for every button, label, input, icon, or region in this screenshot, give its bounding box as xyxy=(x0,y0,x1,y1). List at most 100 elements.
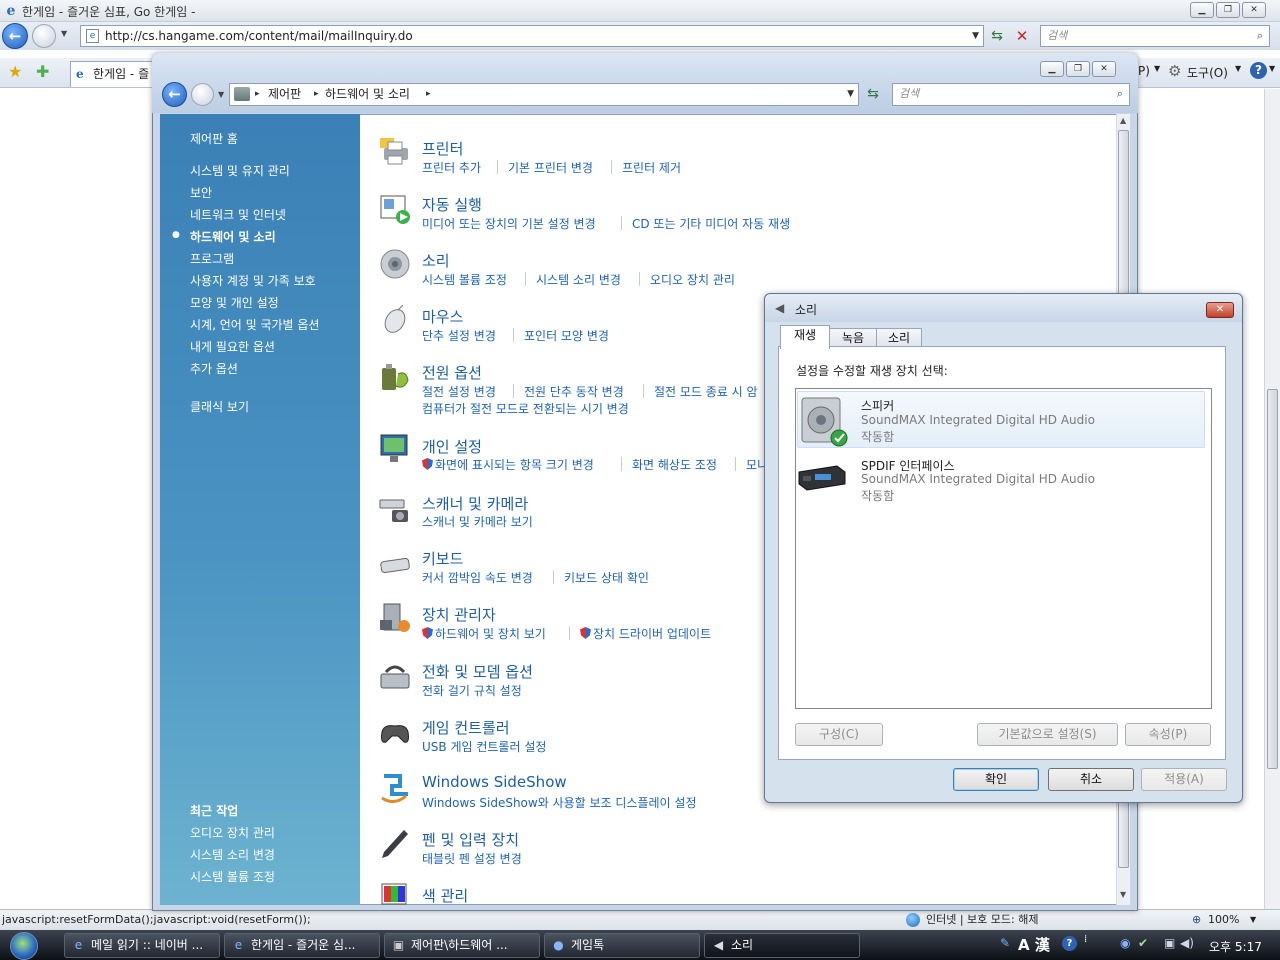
link-view-hardware[interactable]: 하드웨어 및 장치 보기 xyxy=(422,625,546,642)
maximize-button[interactable]: ❐ xyxy=(1216,2,1240,18)
link-system-volume[interactable]: 시스템 볼륨 조정 xyxy=(422,271,507,288)
link-sideshow-display[interactable]: Windows SideShow와 사용할 보조 디스플레이 설정 xyxy=(422,794,697,811)
link-dialing-rules[interactable]: 전화 걸기 규칙 설정 xyxy=(422,682,522,699)
nav-security[interactable]: 보안 xyxy=(190,184,212,201)
ie-scroll-thumb[interactable] xyxy=(1267,389,1278,769)
help-icon[interactable]: ? xyxy=(1250,62,1267,79)
category-scanners-cameras[interactable]: 스캐너 및 카메라 xyxy=(422,493,528,514)
messenger-icon[interactable]: ◉ xyxy=(1120,936,1130,950)
link-keyboard-status[interactable]: 키보드 상태 확인 xyxy=(564,569,649,586)
start-button[interactable] xyxy=(10,932,38,960)
cp-address-dropdown-icon[interactable]: ▼ xyxy=(847,84,854,105)
nav-control-panel-home[interactable]: 제어판 홈 xyxy=(190,130,238,147)
volume-icon[interactable]: ◀) xyxy=(1180,936,1194,950)
link-cd-autoplay[interactable]: CD 또는 기타 미디어 자동 재생 xyxy=(632,215,790,232)
category-autoplay[interactable]: 자동 실행 xyxy=(422,194,482,215)
ie-scrollbar[interactable] xyxy=(1264,89,1280,909)
category-mouse[interactable]: 마우스 xyxy=(422,306,463,327)
link-power-button[interactable]: 전원 단추 동작 변경 xyxy=(524,383,624,400)
link-system-sounds[interactable]: 시스템 소리 변경 xyxy=(536,271,621,288)
scroll-up-icon[interactable]: ▲ xyxy=(1120,116,1126,125)
breadcrumb-arrow-icon[interactable]: ▸ xyxy=(426,84,431,105)
link-button-settings[interactable]: 단추 설정 변경 xyxy=(422,327,496,344)
link-cursor-blink[interactable]: 커서 깜박임 속도 변경 xyxy=(422,569,533,586)
nav-network-internet[interactable]: 네트워크 및 인터넷 xyxy=(190,206,286,223)
favorites-star-icon[interactable]: ★ xyxy=(8,62,22,81)
nav-system-maintenance[interactable]: 시스템 및 유지 관리 xyxy=(190,162,290,179)
tab-playback[interactable]: 재생 xyxy=(780,325,830,349)
cp-search-icon[interactable]: ⌕ xyxy=(1117,84,1123,104)
link-usb-controller[interactable]: USB 게임 컨트롤러 설정 xyxy=(422,738,546,755)
category-windows-sideshow[interactable]: Windows SideShow xyxy=(422,773,567,791)
refresh-icon[interactable]: ⇆ xyxy=(987,25,1007,47)
cp-forward-button[interactable] xyxy=(191,83,214,106)
language-bar-icon[interactable]: ✎ xyxy=(1000,936,1010,950)
tab-recording[interactable]: 녹음 xyxy=(829,328,877,348)
taskbar-item-naver-mail[interactable]: e 메일 읽기 :: 네이버 ... xyxy=(64,933,220,958)
link-audio-devices[interactable]: 오디오 장치 관리 xyxy=(650,271,735,288)
tab-sounds[interactable]: 소리 xyxy=(876,328,922,348)
category-game-controllers[interactable]: 게임 컨트롤러 xyxy=(422,717,510,738)
zoom-dropdown-icon[interactable]: ▼ xyxy=(1250,910,1256,930)
stop-icon[interactable]: ✕ xyxy=(1012,25,1032,47)
category-phone-modem[interactable]: 전화 및 모뎀 옵션 xyxy=(422,661,533,682)
properties-button[interactable]: 속성(P) xyxy=(1125,723,1211,746)
nav-clock-language[interactable]: 시계, 언어 및 국가별 옵션 xyxy=(190,316,319,333)
link-pointer-shape[interactable]: 포인터 모양 변경 xyxy=(524,327,609,344)
cp-refresh-icon[interactable]: ⇆ xyxy=(862,83,884,106)
cp-minimize-button[interactable]: ▁ xyxy=(1040,61,1064,77)
cp-close-button[interactable]: ✕ xyxy=(1092,61,1116,77)
ie-tab[interactable]: e 한게임 - 즐 xyxy=(70,61,154,87)
ok-button[interactable]: 확인 xyxy=(953,768,1039,791)
cp-history-dropdown-icon[interactable]: ▼ xyxy=(218,90,224,99)
set-default-button[interactable]: 기본값으로 설정(S) xyxy=(977,723,1118,746)
category-printers[interactable]: 프린터 xyxy=(422,138,463,159)
recent-system-volume[interactable]: 시스템 볼륨 조정 xyxy=(190,868,275,885)
search-icon[interactable]: ⌕ xyxy=(1257,26,1263,46)
forward-button[interactable] xyxy=(32,24,56,48)
configure-button[interactable]: 구성(C) xyxy=(795,723,883,746)
nav-user-accounts[interactable]: 사용자 계정 및 가족 보호 xyxy=(190,272,316,289)
nav-additional-options[interactable]: 추가 옵션 xyxy=(190,360,238,377)
dialog-close-button[interactable]: ✕ xyxy=(1206,302,1234,318)
nav-classic-view[interactable]: 클래식 보기 xyxy=(190,398,249,415)
ime-indicator[interactable]: A 漢 xyxy=(1018,934,1050,955)
ie-search-input[interactable]: 검색 ⌕ xyxy=(1040,25,1270,47)
link-sleep-timing[interactable]: 컴퓨터가 절전 모드로 전환되는 시기 변경 xyxy=(422,400,629,417)
taskbar-item-control-panel[interactable]: ▣ 제어판\하드웨어 ... xyxy=(384,933,540,958)
cp-maximize-button[interactable]: ❐ xyxy=(1066,61,1090,77)
link-tablet-pen[interactable]: 태블릿 펜 설정 변경 xyxy=(422,850,522,867)
network-icon[interactable]: ▣ xyxy=(1164,936,1175,950)
category-pen-input[interactable]: 펜 및 입력 장치 xyxy=(422,829,519,850)
link-item-size[interactable]: 화면에 표시되는 항목 크기 변경 xyxy=(422,456,594,473)
nav-appearance[interactable]: 모양 및 개인 설정 xyxy=(190,294,279,311)
tools-menu[interactable]: 도구(O) xyxy=(1187,64,1228,81)
category-power-options[interactable]: 전원 옵션 xyxy=(422,362,482,383)
link-add-printer[interactable]: 프린터 추가 xyxy=(422,159,481,176)
category-color-management[interactable]: 색 관리 xyxy=(422,885,468,906)
back-button[interactable]: ← xyxy=(2,23,28,49)
taskbar-item-sound[interactable]: ◀ 소리 xyxy=(704,933,860,958)
nav-hardware-sound[interactable]: 하드웨어 및 소리 xyxy=(190,228,276,245)
zoom-level[interactable]: 100% xyxy=(1208,910,1239,930)
cp-back-button[interactable]: ← xyxy=(162,82,187,107)
ime-help-icon[interactable]: ? xyxy=(1062,936,1077,951)
history-dropdown-icon[interactable]: ▼ xyxy=(61,29,67,38)
minimize-button[interactable]: ▁ xyxy=(1190,2,1214,18)
link-power-settings[interactable]: 절전 설정 변경 xyxy=(422,383,496,400)
ie-menu-partial[interactable]: P) xyxy=(1138,64,1150,78)
link-view-scanners[interactable]: 스캐너 및 카메라 보기 xyxy=(422,513,533,530)
apply-button[interactable]: 적용(A) xyxy=(1141,768,1227,791)
address-bar[interactable]: e http://cs.hangame.com/content/mail/mai… xyxy=(80,25,984,47)
ime-options-icon[interactable]: ⁞ xyxy=(1084,934,1087,945)
nav-programs[interactable]: 프로그램 xyxy=(190,250,234,267)
link-media-defaults[interactable]: 미디어 또는 장치의 기본 설정 변경 xyxy=(422,215,596,232)
category-device-manager[interactable]: 장치 관리자 xyxy=(422,604,496,625)
breadcrumb-hardware-sound[interactable]: 하드웨어 및 소리 xyxy=(325,84,410,105)
add-favorites-icon[interactable]: ✚ xyxy=(36,62,49,81)
security-tray-icon[interactable]: ✔ xyxy=(1138,936,1148,950)
link-screen-resolution[interactable]: 화면 해상도 조정 xyxy=(632,456,717,473)
recent-system-sounds[interactable]: 시스템 소리 변경 xyxy=(190,846,275,863)
breadcrumb-arrow-icon[interactable]: ▸ xyxy=(255,84,260,105)
link-default-printer[interactable]: 기본 프린터 변경 xyxy=(508,159,593,176)
